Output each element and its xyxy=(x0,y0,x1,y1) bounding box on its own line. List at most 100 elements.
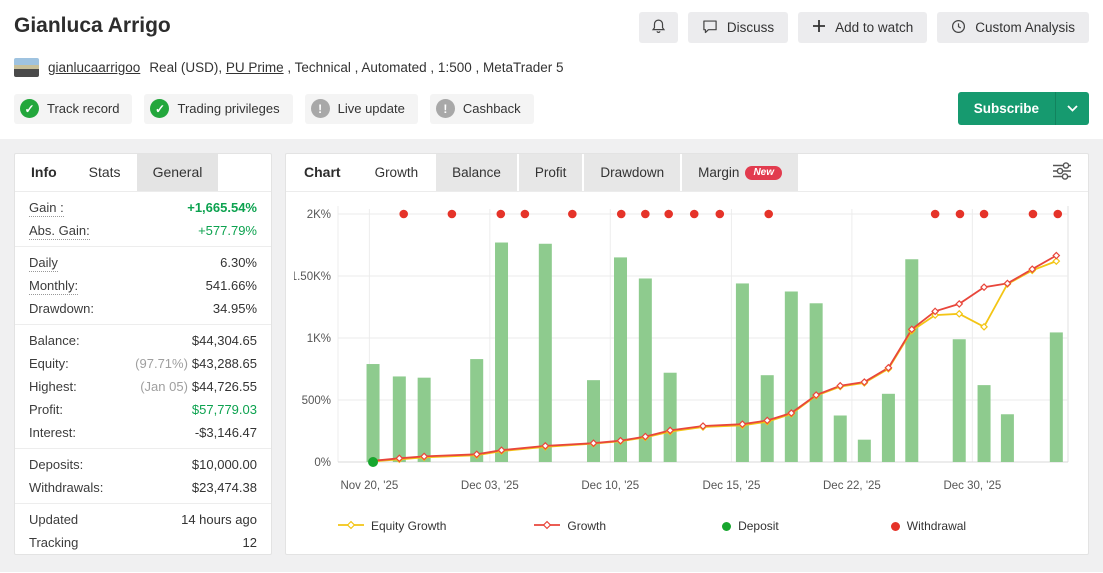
stat-label: Withdrawals: xyxy=(29,479,103,496)
tab-drawdown[interactable]: Drawdown xyxy=(584,154,680,191)
stat-label: Deposits: xyxy=(29,456,83,473)
stat-group: Gain :+1,665.54% Abs. Gain: +577.79% xyxy=(15,192,271,246)
custom-analysis-button[interactable]: Custom Analysis xyxy=(937,12,1089,43)
legend-item-growth[interactable]: Growth xyxy=(534,519,606,533)
chevron-down-icon[interactable] xyxy=(1056,105,1089,112)
stat-group: Updated 14 hours ago Tracking12 xyxy=(15,503,271,555)
stat-label: Daily xyxy=(29,254,58,271)
username-link[interactable]: gianlucaarrigoo xyxy=(48,60,140,75)
legend-label: Growth xyxy=(567,519,606,533)
badges-row: ✓ Track record ✓ Trading privileges !Live up… xyxy=(14,92,1089,125)
stat-value: $23,474.38 xyxy=(192,479,257,496)
chart-settings-button[interactable] xyxy=(1036,154,1088,191)
plus-icon xyxy=(812,19,826,36)
stat-row-highest-: Highest: (Jan 05)$44,726.55 xyxy=(15,375,271,398)
svg-text:Nov 20, '25: Nov 20, '25 xyxy=(340,480,398,492)
growth-chart: Nov 20, '25Dec 03, '25Dec 10, '25Dec 15,… xyxy=(286,192,1088,505)
new-badge: New xyxy=(745,166,782,180)
page-title: Gianluca Arrigo xyxy=(14,14,171,38)
svg-text:1K%: 1K% xyxy=(307,333,331,345)
legend-label: Equity Growth xyxy=(371,519,446,533)
stat-value: -$3,146.47 xyxy=(195,424,257,441)
stat-group: Daily6.30%Monthly:541.66%Drawdown:34.95% xyxy=(15,246,271,324)
subscribe-button[interactable]: Subscribe xyxy=(958,92,1089,125)
stat-row-interest-: Interest: -$3,146.47 xyxy=(15,421,271,444)
tab-general[interactable]: General xyxy=(137,154,219,191)
stat-label: Equity: xyxy=(29,355,69,372)
exclamation-icon: ! xyxy=(436,99,455,118)
svg-text:1.50K%: 1.50K% xyxy=(294,271,331,283)
stat-label: Profit: xyxy=(29,401,63,418)
legend-dot-marker xyxy=(722,522,731,531)
svg-text:Dec 30, '25: Dec 30, '25 xyxy=(943,480,1001,492)
speech-bubble-icon xyxy=(702,19,718,37)
legend-label: Deposit xyxy=(738,519,779,533)
info-panel-tabs: Info Stats General xyxy=(15,154,271,192)
discuss-button[interactable]: Discuss xyxy=(688,12,788,43)
stat-row-withdrawals-: Withdrawals: $23,474.38 xyxy=(15,476,271,499)
check-icon: ✓ xyxy=(20,99,39,118)
check-icon: ✓ xyxy=(150,99,169,118)
stat-value-note: (Jan 05) xyxy=(140,379,188,394)
tab-stats[interactable]: Stats xyxy=(73,154,137,191)
stat-row-daily: Daily6.30% xyxy=(15,251,271,274)
tab-balance[interactable]: Balance xyxy=(436,154,517,191)
account-page: Gianluca Arrigo Discuss xyxy=(0,0,1103,573)
tab-growth[interactable]: Growth xyxy=(359,154,435,191)
broker-link[interactable]: PU Prime xyxy=(226,60,284,75)
meta-prefix: Real (USD), xyxy=(149,60,226,75)
stat-value: (Jan 05)$44,726.55 xyxy=(140,378,257,395)
subscribe-label: Subscribe xyxy=(958,101,1055,116)
legend-item-withdrawal[interactable]: Withdrawal xyxy=(891,519,966,533)
add-to-watch-button[interactable]: Add to watch xyxy=(798,12,927,43)
legend-line-marker xyxy=(534,519,560,533)
sliders-icon xyxy=(1051,162,1073,183)
legend-item-deposit[interactable]: Deposit xyxy=(722,519,779,533)
page-header: Gianluca Arrigo Discuss xyxy=(0,0,1103,139)
chart-tabs: Chart GrowthBalanceProfitDrawdownMarginN… xyxy=(286,154,1088,192)
stat-value: $10,000.00 xyxy=(192,456,257,473)
tab-info[interactable]: Info xyxy=(15,154,73,191)
badge-trading-privileges: ✓ Trading privileges xyxy=(144,94,292,124)
stat-label: Gain : xyxy=(29,199,64,216)
avatar[interactable] xyxy=(14,58,39,77)
stat-label: Drawdown: xyxy=(29,300,94,317)
stat-row-tracking: Tracking12 xyxy=(15,531,271,554)
badge-live-update: !Live update xyxy=(305,94,418,124)
chart-legend: Equity Growth Growth Deposit Withdrawal xyxy=(286,505,1088,547)
legend-item-equity-growth[interactable]: Equity Growth xyxy=(338,519,446,533)
stat-label: Abs. Gain: xyxy=(29,222,90,239)
svg-text:Dec 03, '25: Dec 03, '25 xyxy=(461,480,519,492)
tab-profit[interactable]: Profit xyxy=(519,154,583,191)
stat-value: 14 hours ago xyxy=(181,511,257,528)
svg-text:500%: 500% xyxy=(302,395,331,407)
svg-text:Dec 10, '25: Dec 10, '25 xyxy=(581,480,639,492)
stat-label: Interest: xyxy=(29,424,76,441)
add-to-watch-label: Add to watch xyxy=(835,20,913,35)
tab-margin[interactable]: MarginNew xyxy=(682,154,798,191)
growth-chart-svg: Nov 20, '25Dec 03, '25Dec 10, '25Dec 15,… xyxy=(294,198,1080,500)
legend-label: Withdrawal xyxy=(907,519,966,533)
stat-row-updated: Updated 14 hours ago xyxy=(15,508,271,531)
stat-value: +577.79% xyxy=(198,222,257,239)
account-meta: gianlucaarrigoo Real (USD), PU Prime , T… xyxy=(14,58,1089,77)
chart-panel: Chart GrowthBalanceProfitDrawdownMarginN… xyxy=(285,153,1089,555)
stat-value: (97.71%)$43,288.65 xyxy=(135,355,257,372)
stat-label: Highest: xyxy=(29,378,77,395)
stat-row-monthly-: Monthly:541.66% xyxy=(15,274,271,297)
badge-cashback: !Cashback xyxy=(430,94,534,124)
badge-label: Trading privileges xyxy=(177,101,279,116)
chart-section-label: Chart xyxy=(286,154,359,191)
badge-track-record: ✓ Track record xyxy=(14,94,132,124)
header-actions: Discuss Add to watch Custom Analysis xyxy=(639,12,1089,43)
badge-label: Track record xyxy=(47,101,119,116)
account-meta-text: Real (USD), PU Prime , Technical , Autom… xyxy=(149,60,563,75)
legend-dot-marker xyxy=(891,522,900,531)
svg-text:2K%: 2K% xyxy=(307,209,331,221)
stat-label: Updated xyxy=(29,511,78,528)
stat-label: Tracking xyxy=(29,534,78,551)
stat-row-gain-: Gain :+1,665.54% xyxy=(15,196,271,219)
clock-icon xyxy=(951,19,966,37)
notifications-button[interactable] xyxy=(639,12,678,43)
stat-row-balance-: Balance:$44,304.65 xyxy=(15,329,271,352)
